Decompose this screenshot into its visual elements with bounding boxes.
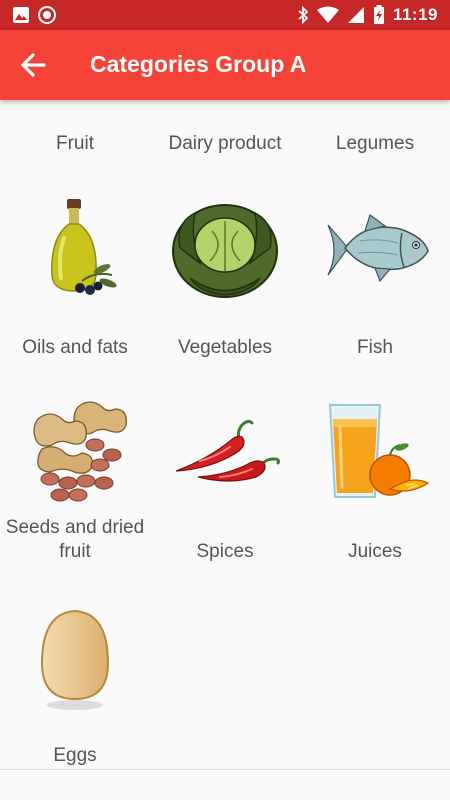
category-label: Vegetables (177, 337, 273, 358)
category-juices[interactable]: Juices (300, 392, 450, 572)
battery-charging-icon (373, 5, 384, 24)
category-grid: Fruit Dairy product Legumes Oils and fat… (0, 100, 450, 770)
category-label: Seeds and dried fruit (5, 517, 145, 562)
category-label: Spices (196, 541, 254, 562)
category-legumes[interactable]: Legumes (300, 100, 450, 160)
egg-image (40, 609, 110, 710)
category-fish[interactable]: Fish (300, 188, 450, 368)
status-right-icons: 11:19 (297, 5, 438, 25)
category-vegetables[interactable]: Vegetables (150, 188, 300, 368)
chili-peppers-image (175, 419, 280, 482)
wifi-icon (316, 6, 339, 23)
category-label: Fish (357, 337, 393, 358)
fish-image (327, 214, 429, 283)
status-bar: 11:19 (0, 0, 450, 30)
status-left-icons (12, 6, 56, 24)
cabbage-image (172, 204, 278, 298)
signal-icon (347, 7, 364, 23)
category-fruit[interactable]: Fruit (0, 100, 150, 160)
bluetooth-icon (298, 6, 309, 24)
app-bar: Categories Group A (0, 30, 450, 100)
bottom-area (0, 770, 450, 800)
image-icon (13, 7, 29, 23)
category-spices[interactable]: Spices (150, 392, 300, 572)
record-icon (38, 6, 56, 24)
orange-juice-image (328, 404, 430, 498)
category-dairy-product[interactable]: Dairy product (150, 100, 300, 160)
arrow-left-icon (21, 53, 46, 77)
category-label: Oils and fats (22, 337, 128, 358)
category-label: Eggs (53, 745, 97, 766)
olive-oil-bottle-image (51, 199, 117, 295)
category-label: Legumes (335, 133, 415, 154)
category-label: Fruit (56, 133, 94, 154)
category-label: Juices (348, 541, 402, 562)
back-button[interactable] (18, 50, 50, 80)
peanuts-image (33, 401, 127, 502)
category-oils-and-fats[interactable]: Oils and fats (0, 188, 150, 368)
category-seeds-and-dried-fruit[interactable]: Seeds and dried fruit (0, 392, 150, 572)
page-title: Categories Group A (90, 51, 307, 77)
category-label: Dairy product (168, 133, 282, 154)
category-eggs[interactable]: Eggs (0, 596, 150, 770)
status-time: 11:19 (392, 5, 438, 24)
